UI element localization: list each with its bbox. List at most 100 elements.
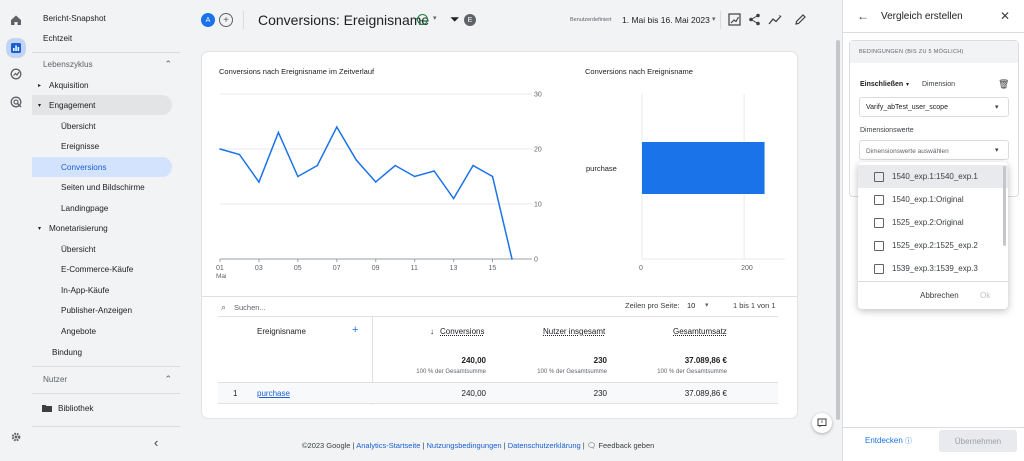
comparison-avatar[interactable]: A bbox=[201, 13, 215, 27]
divider bbox=[843, 32, 1024, 33]
share-icon[interactable] bbox=[748, 13, 761, 26]
option-label: 1540_exp.1:Original bbox=[892, 195, 964, 204]
dropdown-option[interactable]: 1539_exp.3:1539_exp.3 bbox=[858, 257, 1008, 280]
checkbox[interactable] bbox=[874, 240, 884, 251]
add-comparison-button[interactable]: + bbox=[219, 13, 233, 27]
nav-engagement[interactable]: ▾ Engagement bbox=[32, 95, 172, 115]
gear-icon[interactable] bbox=[8, 429, 24, 445]
x-tick-label: 07 bbox=[333, 265, 341, 272]
column-header-users[interactable]: Nutzer insgesamt bbox=[543, 327, 605, 336]
nav-offers[interactable]: Angebote bbox=[61, 321, 96, 341]
cancel-button[interactable]: Abbrechen bbox=[920, 291, 959, 300]
nav-users-label: Nutzer bbox=[43, 374, 68, 384]
data-point bbox=[219, 148, 221, 150]
nav-item-label: Publisher-Anzeigen bbox=[61, 305, 133, 315]
nav-snapshot-label: Bericht-Snapshot bbox=[43, 13, 106, 23]
checkbox[interactable] bbox=[874, 263, 884, 274]
apply-button[interactable]: Übernehmen bbox=[939, 430, 1017, 452]
dropdown-scrollbar[interactable] bbox=[1003, 166, 1006, 246]
chevron-down-icon[interactable]: ▾ bbox=[712, 15, 716, 23]
footer-link-terms[interactable]: Nutzungsbedingungen bbox=[427, 441, 502, 450]
chevron-down-icon[interactable]: ▾ bbox=[705, 301, 709, 309]
reports-icon[interactable] bbox=[6, 38, 26, 58]
ok-button[interactable]: Ok bbox=[980, 291, 990, 300]
column-header-event-name[interactable]: Ereignisname bbox=[257, 327, 306, 336]
dropdown-option[interactable]: 1525_exp.2:Original bbox=[858, 211, 1008, 234]
nav-lifecycle-header[interactable]: Lebenszyklus ⌃ bbox=[32, 54, 172, 74]
column-header-conversions[interactable]: Conversions bbox=[440, 327, 484, 336]
rows-per-page-select[interactable]: 10 bbox=[687, 301, 695, 310]
back-arrow-icon[interactable]: ← bbox=[857, 9, 869, 23]
row-index: 1 bbox=[233, 389, 238, 398]
advertising-icon[interactable] bbox=[8, 94, 24, 110]
column-header-revenue[interactable]: Gesamtumsatz bbox=[673, 327, 727, 336]
x-tick-label: 13 bbox=[450, 265, 458, 272]
explore-icon[interactable] bbox=[8, 66, 24, 82]
feedback-button[interactable] bbox=[812, 413, 832, 433]
search-input[interactable]: Suchen... bbox=[234, 303, 266, 312]
dimension-select[interactable]: Varify_abTest_user_scope ▾ bbox=[859, 97, 1009, 117]
chevron-up-icon: ⌃ bbox=[164, 58, 172, 69]
bar-chart[interactable]: 0 200 purchase bbox=[580, 84, 790, 284]
filter-badge[interactable]: E bbox=[464, 14, 476, 26]
values-select[interactable]: Dimensionswerte auswählen ▾ bbox=[859, 140, 1009, 160]
report-header: A + Conversions: Ereignisname ✓ ▾ ⏷ E Be… bbox=[180, 0, 840, 42]
add-dimension-icon[interactable]: + bbox=[352, 324, 358, 336]
nav-ecommerce[interactable]: E-Commerce-Käufe bbox=[61, 259, 133, 279]
caret-down-icon: ▾ bbox=[38, 225, 42, 232]
discover-button[interactable]: Entdecken ⓘ bbox=[865, 436, 912, 446]
delete-icon[interactable]: 🗑 bbox=[998, 79, 1009, 90]
footer-link-privacy[interactable]: Datenschutzerklärung bbox=[508, 441, 581, 450]
divider bbox=[32, 366, 180, 367]
nav-snapshot[interactable]: Bericht-Snapshot bbox=[43, 8, 106, 28]
checkbox[interactable] bbox=[874, 217, 884, 228]
edit-icon[interactable] bbox=[794, 13, 807, 26]
checkbox[interactable] bbox=[874, 194, 884, 205]
collapse-nav-icon[interactable]: ‹ bbox=[154, 435, 158, 450]
insights-icon[interactable] bbox=[768, 13, 782, 26]
nav-monetization-overview[interactable]: Übersicht bbox=[61, 239, 96, 259]
nav-realtime[interactable]: Echtzeit bbox=[43, 28, 72, 48]
row-event-name-link[interactable]: purchase bbox=[257, 389, 290, 398]
divider bbox=[218, 316, 778, 317]
main-scrollbar[interactable] bbox=[836, 40, 840, 420]
data-point bbox=[472, 164, 474, 167]
nav-pages-screens[interactable]: Seiten und Bildschirme bbox=[61, 177, 145, 197]
dropdown-option[interactable]: 1525_exp.2:1525_exp.2 bbox=[858, 234, 1008, 257]
chevron-down-icon[interactable]: ▾ bbox=[433, 14, 437, 22]
option-label: 1525_exp.2:Original bbox=[892, 218, 964, 227]
nav-acquisition[interactable]: ▸ Akquisition bbox=[38, 75, 89, 95]
nav-conversions[interactable]: Conversions bbox=[32, 157, 172, 177]
nav-library[interactable]: Bibliothek bbox=[42, 398, 94, 418]
dropdown-option[interactable]: 1540_exp.1:1540_exp.1 bbox=[858, 165, 1008, 188]
divider bbox=[32, 393, 180, 394]
footer: ©2023 Google | Analytics-Startseite | Nu… bbox=[302, 441, 655, 450]
dropdown-option[interactable]: 1540_exp.1:Original bbox=[858, 188, 1008, 211]
filter-icon[interactable]: ⏷ bbox=[450, 12, 460, 27]
nav-inapp[interactable]: In-App-Käufe bbox=[61, 280, 109, 300]
check-circle-icon[interactable]: ✓ bbox=[417, 14, 428, 25]
footer-link-analytics-home[interactable]: Analytics-Startseite bbox=[356, 441, 420, 450]
nav-monetization[interactable]: ▾ Monetarisierung bbox=[38, 218, 108, 238]
line-chart[interactable]: 0 10 20 30 01 03 05 07 09 11 13 15 Mai bbox=[212, 84, 562, 284]
checkbox[interactable] bbox=[874, 171, 884, 182]
data-point bbox=[374, 181, 377, 183]
nav-events[interactable]: Ereignisse bbox=[61, 136, 99, 156]
footer-feedback[interactable]: Feedback geben bbox=[598, 441, 654, 450]
nav-publisher-ads[interactable]: Publisher-Anzeigen bbox=[61, 300, 132, 320]
total-users-share: 100 % der Gesamtsumme bbox=[537, 369, 607, 375]
include-select[interactable]: Einschließen bbox=[860, 81, 903, 88]
y-tick-label: 10 bbox=[534, 202, 542, 209]
nav-landingpage[interactable]: Landingpage bbox=[61, 198, 108, 218]
folder-icon bbox=[42, 405, 52, 412]
nav-users-header[interactable]: Nutzer ⌃ bbox=[32, 369, 172, 389]
bar bbox=[642, 142, 765, 194]
nav-engagement-overview[interactable]: Übersicht bbox=[61, 116, 96, 136]
date-range-picker[interactable]: 1. Mai bis 16. Mai 2023 bbox=[622, 15, 710, 25]
chevron-down-icon[interactable]: ▾ bbox=[906, 81, 909, 88]
dimension-label: Dimension bbox=[922, 81, 956, 88]
customize-report-icon[interactable] bbox=[728, 13, 741, 26]
close-icon[interactable]: ✕ bbox=[1000, 9, 1010, 23]
home-icon[interactable] bbox=[8, 12, 24, 28]
nav-retention[interactable]: Bindung bbox=[52, 342, 82, 362]
